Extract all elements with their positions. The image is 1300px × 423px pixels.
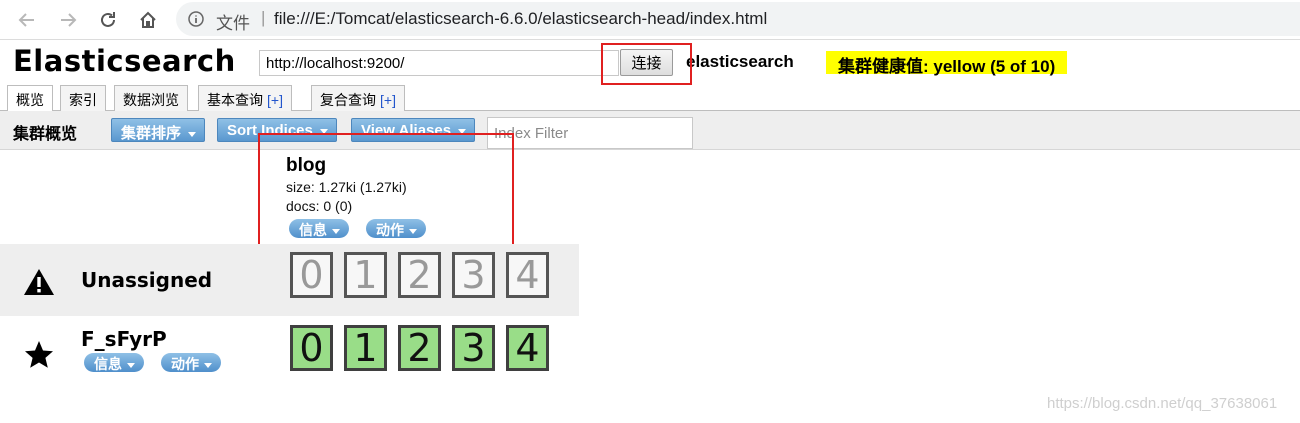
button-label: 信息 (299, 222, 327, 238)
index-docs: docs: 0 (0) (286, 198, 353, 214)
app-title: Elasticsearch (13, 44, 236, 78)
index-info-button[interactable]: 信息 (289, 219, 349, 238)
button-label: 信息 (94, 356, 122, 372)
file-label: 文件 (216, 14, 250, 33)
caret-down-icon (319, 128, 328, 134)
node-info-button[interactable]: 信息 (84, 353, 144, 372)
star-icon (25, 341, 53, 368)
tab-indices[interactable]: 索引 (60, 85, 106, 111)
caret-down-icon (409, 228, 417, 234)
tab-label: 数据浏览 (123, 92, 179, 108)
arrow-left-icon (18, 13, 34, 27)
back-button[interactable] (14, 7, 40, 33)
tab-overview[interactable]: 概览 (7, 85, 53, 112)
home-button[interactable] (135, 7, 161, 33)
index-name: blog (286, 155, 327, 176)
overview-title: 集群概览 (13, 126, 78, 143)
shard-assigned[interactable]: 1 (344, 325, 387, 371)
caret-down-icon (188, 131, 197, 137)
caret-down-icon (127, 362, 135, 368)
button-label: 动作 (376, 222, 404, 238)
browser-toolbar: 文件 | file:///E:/Tomcat/elasticsearch-6.6… (0, 0, 1300, 40)
shard-assigned[interactable]: 3 (452, 325, 495, 371)
shard-assigned[interactable]: 4 (506, 325, 549, 371)
connect-button[interactable]: 连接 (620, 49, 673, 76)
address-bar[interactable]: 文件 | file:///E:/Tomcat/elasticsearch-6.6… (176, 2, 1300, 36)
warning-icon (24, 269, 54, 295)
shard-unassigned[interactable]: 2 (398, 252, 441, 298)
unassigned-label: Unassigned (81, 268, 213, 292)
caret-down-icon (332, 228, 340, 234)
caret-down-icon (458, 128, 467, 134)
button-label: View Aliases (361, 122, 452, 139)
cluster-health-badge: 集群健康值: yellow (5 of 10) (826, 51, 1068, 76)
reload-button[interactable] (95, 7, 121, 33)
node-name: F_sFyrP (81, 327, 167, 351)
info-icon (188, 11, 204, 27)
tab-label: 概览 (16, 92, 44, 108)
button-label: Sort Indices (227, 122, 313, 139)
arrow-right-icon (61, 13, 77, 27)
index-filter-input[interactable] (487, 117, 693, 149)
forward-button[interactable] (55, 7, 81, 33)
tab-label: 索引 (69, 92, 97, 108)
overview-toolbar: 集群概览 集群排序 Sort Indices View Aliases (0, 111, 1300, 150)
shard-unassigned[interactable]: 3 (452, 252, 495, 298)
address-separator: | (261, 8, 266, 27)
cluster-url-input[interactable] (259, 50, 619, 76)
tab-plus[interactable]: [+] (267, 92, 283, 108)
tab-label: 复合查询 (320, 92, 376, 108)
view-aliases-button[interactable]: View Aliases (351, 118, 476, 142)
node-action-button[interactable]: 动作 (161, 353, 221, 372)
watermark: https://blog.csdn.net/qq_37638061 (1047, 395, 1278, 412)
tab-compound-query[interactable]: 复合查询 [+] (311, 85, 405, 111)
shard-unassigned[interactable]: 0 (290, 252, 333, 298)
shard-unassigned[interactable]: 1 (344, 252, 387, 298)
shard-assigned[interactable]: 0 (290, 325, 333, 371)
sort-cluster-button[interactable]: 集群排序 (111, 118, 206, 142)
sort-indices-button[interactable]: Sort Indices (217, 118, 337, 142)
index-action-button[interactable]: 动作 (366, 219, 426, 238)
index-size: size: 1.27ki (1.27ki) (286, 179, 407, 195)
caret-down-icon (204, 362, 212, 368)
button-label: 集群排序 (121, 125, 182, 142)
tab-data-browse[interactable]: 数据浏览 (114, 85, 188, 111)
home-icon (140, 11, 156, 28)
cluster-name: elasticsearch (686, 52, 794, 71)
reload-icon (101, 12, 115, 27)
tab-label: 基本查询 (207, 92, 263, 108)
shard-assigned[interactable]: 2 (398, 325, 441, 371)
tab-basic-query[interactable]: 基本查询 [+] (198, 85, 292, 111)
button-label: 动作 (171, 356, 199, 372)
address-url[interactable]: file:///E:/Tomcat/elasticsearch-6.6.0/el… (274, 9, 767, 29)
tab-plus[interactable]: [+] (380, 92, 396, 108)
shard-unassigned[interactable]: 4 (506, 252, 549, 298)
